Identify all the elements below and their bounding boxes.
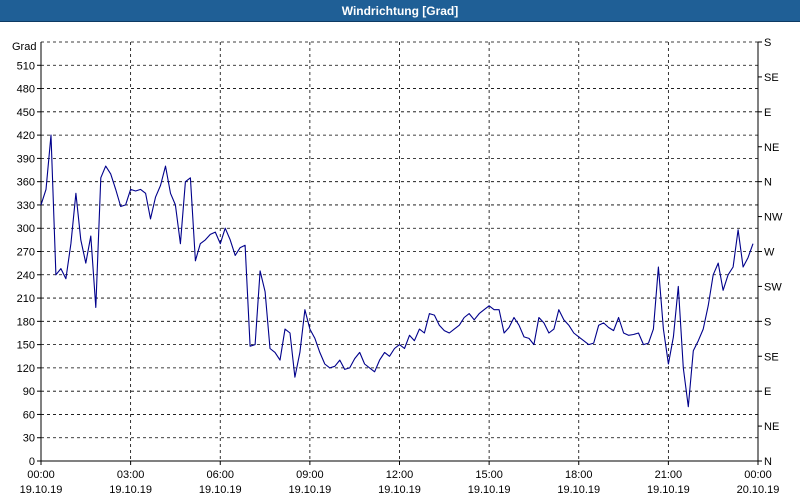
x-tick-date-label: 20.10.19 (737, 484, 780, 496)
y-tick-label: 360 (17, 177, 35, 189)
y-tick-label: 60 (23, 409, 35, 421)
y-tick-label: 450 (17, 107, 35, 119)
right-compass-label: NW (764, 212, 783, 224)
right-compass-label: S (764, 37, 771, 49)
x-tick-date-label: 19.10.19 (288, 484, 331, 496)
y-tick-label: 240 (17, 270, 35, 282)
y-tick-label: 0 (29, 456, 35, 468)
x-tick-time-label: 09:00 (296, 469, 324, 481)
y-tick-label: 420 (17, 130, 35, 142)
right-compass-label: N (764, 456, 772, 468)
x-tick-date-label: 19.10.19 (557, 484, 600, 496)
right-compass-label: SE (764, 72, 779, 84)
right-compass-label: S (764, 316, 771, 328)
y-tick-label: 510 (17, 60, 35, 72)
x-tick-time-label: 12:00 (386, 469, 414, 481)
right-compass-label: E (764, 386, 771, 398)
x-tick-time-label: 06:00 (206, 469, 234, 481)
y-axis-unit-label: Grad (12, 41, 36, 53)
right-compass-label: E (764, 107, 771, 119)
right-compass-label: N (764, 177, 772, 189)
x-tick-time-label: 00:00 (744, 469, 772, 481)
x-tick-date-label: 19.10.19 (378, 484, 421, 496)
series-line (40, 134, 754, 408)
right-compass-label: SW (764, 281, 782, 293)
x-tick-date-label: 19.10.19 (647, 484, 690, 496)
y-tick-label: 390 (17, 153, 35, 165)
y-tick-label: 300 (17, 223, 35, 235)
y-tick-label: 150 (17, 340, 35, 352)
x-tick-date-label: 19.10.19 (468, 484, 511, 496)
right-compass-label: NE (764, 421, 779, 433)
wind-direction-chart: 0 30 60 90 120 150 180 210 240 270 300 330 360 390 420… (12, 37, 783, 496)
x-tick-date-label: 19.10.19 (109, 484, 152, 496)
data-series (40, 134, 754, 408)
x-tick-time-label: 18:00 (565, 469, 593, 481)
y-tick-label: 330 (17, 200, 35, 212)
right-compass-label: W (764, 247, 775, 259)
x-tick-time-label: 21:00 (655, 469, 683, 481)
y-tick-label: 120 (17, 363, 35, 375)
x-tick-date-label: 19.10.19 (199, 484, 242, 496)
x-tick-time-label: 15:00 (475, 469, 503, 481)
y-tick-label: 90 (23, 386, 35, 398)
y-tick-label: 480 (17, 84, 35, 96)
y-tick-label: 210 (17, 293, 35, 305)
right-compass-label: SE (764, 351, 779, 363)
y-tick-label: 270 (17, 247, 35, 259)
axis-labels: 0 30 60 90 120 150 180 210 240 270 300 330 360 390 420… (12, 37, 783, 496)
grid-lines (41, 41, 758, 461)
y-tick-label: 30 (23, 433, 35, 445)
x-tick-date-label: 19.10.19 (20, 484, 63, 496)
x-tick-time-label: 03:00 (117, 469, 145, 481)
y-tick-label: 180 (17, 316, 35, 328)
right-compass-label: NE (764, 142, 779, 154)
x-tick-time-label: 00:00 (27, 469, 55, 481)
